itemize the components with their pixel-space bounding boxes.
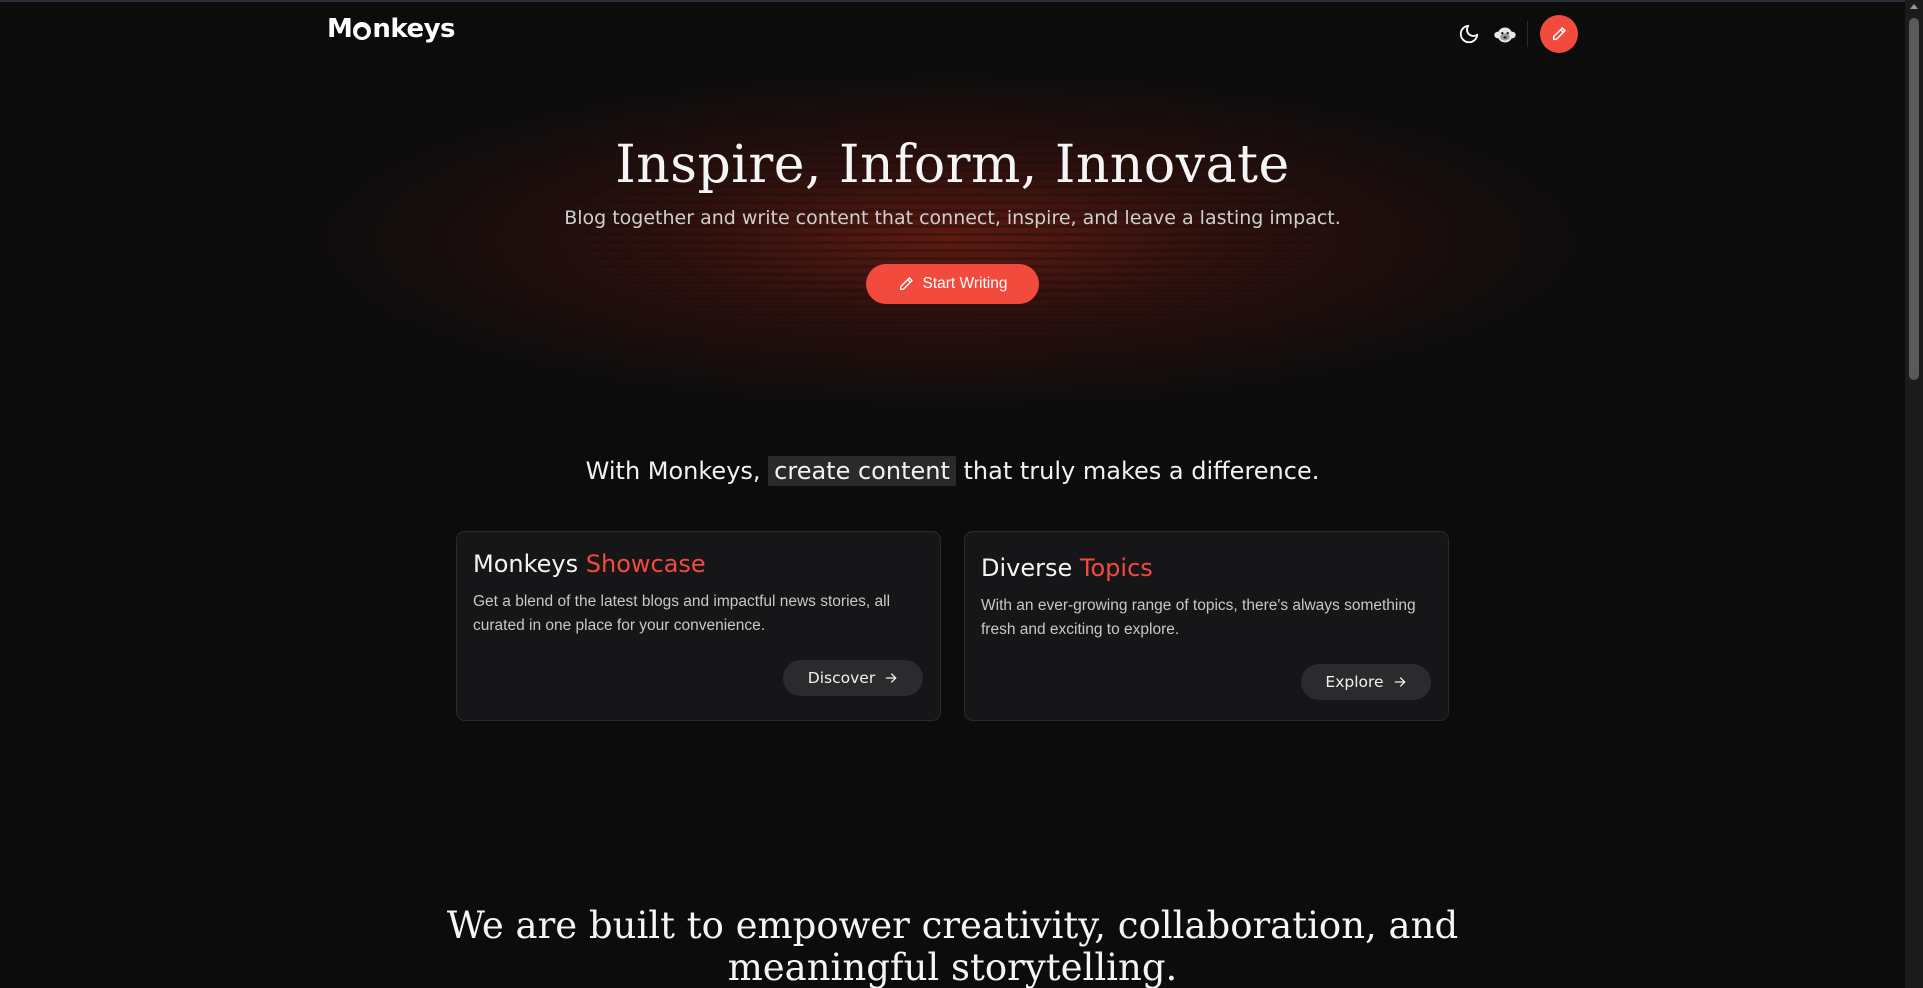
card-title: Diverse Topics: [981, 554, 1153, 582]
start-writing-button[interactable]: Start Writing: [866, 264, 1039, 304]
scroll-thumb[interactable]: [1909, 18, 1919, 380]
moon-icon: [1459, 24, 1479, 44]
card-title-plain: Monkeys: [473, 550, 579, 578]
tagline-highlight: create content: [768, 456, 956, 486]
showcase-card: Monkeys Showcase Get a blend of the late…: [456, 531, 941, 721]
explore-button[interactable]: Explore: [1301, 664, 1431, 700]
card-title-plain: Diverse: [981, 554, 1073, 582]
monkey-icon: [1494, 27, 1516, 43]
page: Mnkeys Inspire, Inform, Innovate Blog to…: [0, 0, 1905, 988]
page-scrollbar[interactable]: [1905, 0, 1923, 988]
profile-button[interactable]: [1489, 19, 1521, 51]
start-writing-label: Start Writing: [922, 275, 1008, 292]
theme-toggle-button[interactable]: [1453, 18, 1485, 50]
mission-heading: We are built to empower creativity, coll…: [0, 905, 1905, 988]
hero-glow: [300, 60, 1600, 420]
card-title: Monkeys Showcase: [473, 550, 706, 578]
discover-label: Discover: [807, 669, 876, 687]
tagline-after: that truly makes a difference.: [963, 457, 1320, 485]
scroll-up-arrow-icon[interactable]: [1910, 4, 1918, 9]
write-button[interactable]: [1540, 15, 1578, 53]
logo-monkey-icon: [353, 22, 372, 40]
tagline-before: With Monkeys,: [585, 457, 761, 485]
discover-button[interactable]: Discover: [783, 660, 923, 696]
logo-text-start: M: [327, 14, 353, 44]
arrow-right-icon: [885, 673, 897, 683]
card-description: Get a blend of the latest blogs and impa…: [473, 593, 891, 634]
logo[interactable]: Mnkeys: [327, 14, 456, 44]
header-divider: [1527, 21, 1528, 47]
arrow-right-icon: [1394, 677, 1405, 687]
topics-card: Diverse Topics With an ever-growing rang…: [964, 531, 1449, 721]
pencil-icon: [899, 277, 913, 290]
hero-subtitle: Blog together and write content that con…: [564, 207, 1341, 229]
mission-line-1: We are built to empower creativity, coll…: [446, 904, 1459, 947]
top-border: [0, 0, 1905, 2]
hero-title: Inspire, Inform, Innovate: [615, 135, 1290, 195]
mission-line-2: meaningful storytelling.: [727, 946, 1178, 988]
card-title-accent: Topics: [1079, 554, 1153, 582]
pencil-icon: [1552, 27, 1566, 41]
card-title-accent: Showcase: [585, 550, 706, 578]
tagline: With Monkeys, create content that truly …: [0, 456, 1905, 486]
explore-label: Explore: [1325, 673, 1384, 691]
logo-text-end: nkeys: [372, 14, 456, 44]
card-description: With an ever-growing range of topics, th…: [981, 597, 1416, 638]
